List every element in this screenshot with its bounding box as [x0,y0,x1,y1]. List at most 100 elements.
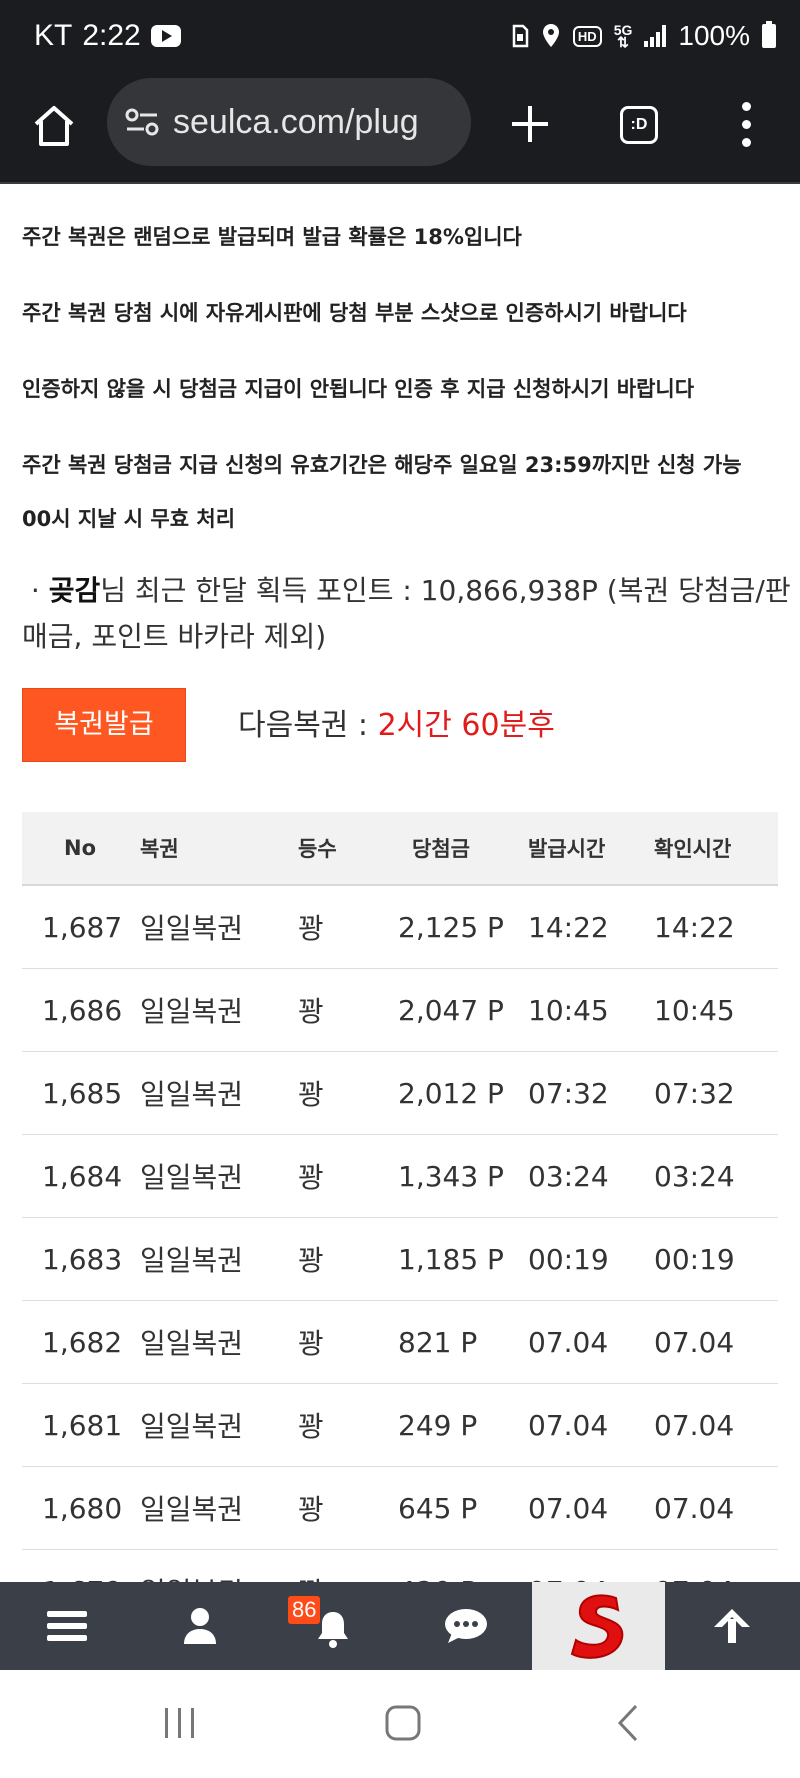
cell-issued: 00:19 [528,1242,609,1276]
youtube-icon [150,25,181,47]
battery-icon [762,21,776,48]
cell-prize: 645 P [398,1491,478,1525]
cell-checked: 00:19 [654,1242,735,1276]
col-issued: 발급시간 [528,837,606,861]
cell-no: 1,685 [42,1076,123,1110]
clock: 2:22 [82,19,141,52]
notification-badge: 86 [288,1596,321,1624]
username[interactable]: 곶감 [49,574,101,607]
notifications-button[interactable]: 86 [266,1582,399,1670]
cell-lottery: 일일복권 [140,912,244,945]
table-row: 1,685 일일복권 꽝 2,012 P 07:32 07:32 [22,1052,778,1135]
cell-lottery: 일일복권 [140,1493,244,1526]
issue-lottery-button[interactable]: 복권발급 [22,688,186,762]
battery-label: 100% [678,20,750,51]
cell-no: 1,686 [42,993,123,1027]
cell-lottery: 일일복권 [140,1327,244,1360]
col-no: No [64,836,97,860]
col-checked: 확인시간 [654,837,732,861]
cell-lottery: 일일복권 [140,1244,244,1277]
cell-issued: 14:22 [528,910,609,944]
cell-no: 1,680 [42,1491,123,1525]
cell-prize: 2,047 P [398,993,504,1027]
cell-issued: 07.04 [528,1491,609,1525]
cell-no: 1,682 [42,1325,123,1359]
profile-button[interactable] [133,1582,266,1670]
cell-checked: 07:32 [654,1076,735,1110]
notice-probability: 주간 복권은 랜덤으로 발급되며 발급 확률은 18%입니다 [22,225,522,249]
cell-rank: 꽝 [298,1410,324,1443]
url-text[interactable]: seulca.com/plug [173,103,419,142]
status-right: HD 5G ⇅ 100% [511,20,776,52]
site-logo [570,1594,623,1659]
status-bar: KT 2:22 HD 5G ⇅ 100% [0,0,800,72]
cell-issued: 03:24 [528,1159,609,1193]
tab-switcher-button[interactable]: :D [620,106,658,144]
chat-button[interactable] [399,1582,532,1670]
bullet: · [30,574,40,607]
cell-rank: 꽝 [298,1493,324,1526]
cell-checked: 07.04 [654,1325,735,1359]
cell-no: 1,683 [42,1242,123,1276]
cell-prize: 2,125 P [398,910,504,944]
carrier-label: KT [34,19,73,52]
cell-checked: 10:45 [654,993,735,1027]
cell-rank: 꽝 [298,995,324,1028]
next-lottery-countdown: 2시간 60분후 [377,708,555,743]
cell-lottery: 일일복권 [140,995,244,1028]
cell-rank: 꽝 [298,1161,324,1194]
table-row: 1,681 일일복권 꽝 249 P 07.04 07.04 [22,1384,778,1467]
cell-rank: 꽝 [298,912,324,945]
cell-prize: 249 P [398,1408,478,1442]
back-icon[interactable] [616,1704,640,1742]
system-nav-bar [0,1670,800,1778]
site-settings-icon[interactable] [125,107,159,137]
cell-rank: 꽝 [298,1078,324,1111]
chat-icon [444,1609,487,1643]
cell-lottery: 일일복권 [140,1161,244,1194]
address-bar[interactable]: seulca.com/plug [107,78,471,166]
home-icon[interactable] [30,102,78,150]
menu-button[interactable] [0,1582,133,1670]
cell-checked: 03:24 [654,1159,735,1193]
more-menu-icon[interactable] [740,102,752,152]
table-row: 1,683 일일복권 꽝 1,185 P 00:19 00:19 [22,1218,778,1301]
signal-icon [644,25,667,47]
next-lottery-label: 다음복권 : [238,708,378,743]
hd-voice-icon: HD [572,25,602,47]
notice-expiry: 00시 지날 시 무효 처리 [22,507,236,531]
table-row: 1,686 일일복권 꽝 2,047 P 10:45 10:45 [22,969,778,1052]
new-tab-icon[interactable] [508,102,552,146]
cell-rank: 꽝 [298,1327,324,1360]
recent-apps-icon[interactable] [162,1706,198,1740]
lottery-table: No 복권 등수 당첨금 발급시간 확인시간 1,687 일일복권 꽝 2,125 P… [22,812,778,1633]
notice-verification: 주간 복권 당첨 시에 자유게시판에 당첨 부분 스샷으로 인증하시기 바랍니다 [22,301,687,325]
col-prize: 당첨금 [412,837,470,861]
site-logo-button[interactable] [532,1582,665,1670]
cell-checked: 07.04 [654,1408,735,1442]
cell-no: 1,681 [42,1408,123,1442]
network-type-label: 5G [613,22,633,38]
scroll-top-button[interactable] [665,1582,798,1670]
table-body: 1,687 일일복권 꽝 2,125 P 14:22 14:22 1,686 일일복권 꽝 2,0… [22,886,778,1633]
cell-prize: 2,012 P [398,1076,504,1110]
table-row: 1,687 일일복권 꽝 2,125 P 14:22 14:22 [22,886,778,969]
browser-toolbar: seulca.com/plug :D [0,72,800,184]
cell-no: 1,684 [42,1159,123,1193]
table-row: 1,682 일일복권 꽝 821 P 07.04 07.04 [22,1301,778,1384]
points-text: 님 최근 한달 획득 포인트 : 10,866,938P (복권 당첨금/판매금… [22,574,791,653]
cell-issued: 07:32 [528,1076,609,1110]
home-nav-icon[interactable] [384,1704,422,1742]
menu-icon [46,1611,87,1641]
table-header: No 복권 등수 당첨금 발급시간 확인시간 [22,812,778,886]
network-type-icon: 5G ⇅ [613,22,633,50]
cell-prize: 1,185 P [398,1242,504,1276]
table-row: 1,684 일일복권 꽝 1,343 P 03:24 03:24 [22,1135,778,1218]
notice-deadline: 주간 복권 당첨금 지급 신청의 유효기간은 해당주 일요일 23:59까지만 … [22,453,742,477]
table-row: 1,680 일일복권 꽝 645 P 07.04 07.04 [22,1467,778,1550]
cell-checked: 07.04 [654,1491,735,1525]
cell-issued: 07.04 [528,1408,609,1442]
cell-lottery: 일일복권 [140,1410,244,1443]
next-lottery: 다음복권 : 2시간 60분후 [238,700,555,744]
sim-icon [512,24,529,48]
